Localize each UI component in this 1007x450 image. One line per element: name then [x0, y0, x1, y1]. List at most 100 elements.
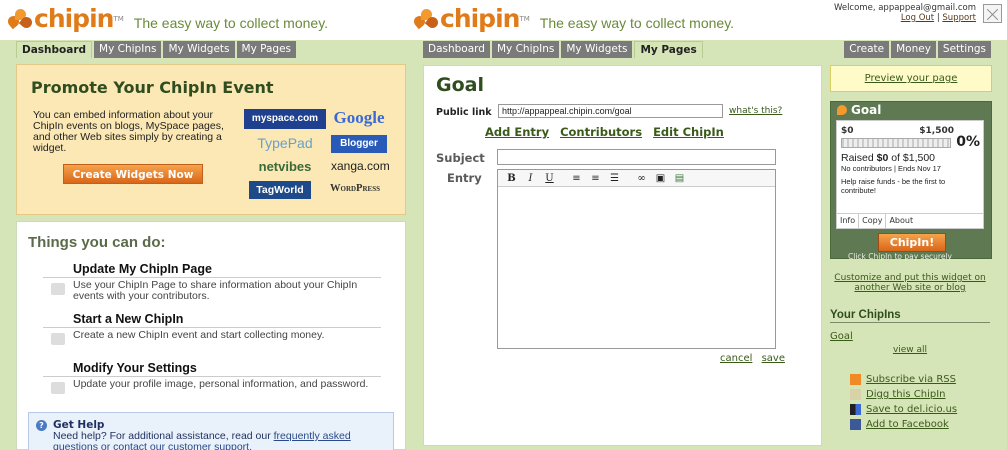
widget-tab-info[interactable]: Info	[837, 214, 860, 228]
underline-button[interactable]: U	[540, 173, 559, 184]
chipin-logo[interactable]: chipin TM The easy way to collect money.	[411, 4, 735, 33]
help-icon: ?	[36, 420, 47, 431]
contributors-link[interactable]: Contributors	[560, 125, 642, 139]
entry-editor[interactable]: B I U ≡ ≡ ☰ ∞ ▣ ▤	[497, 169, 776, 349]
chipin-list-item: Goal	[830, 331, 990, 342]
tagline: The easy way to collect money.	[133, 14, 329, 31]
get-help-box: ? Get Help Need help? For additional ass…	[28, 412, 394, 450]
editor-actions: cancel save	[714, 353, 785, 364]
raised-pre: Raised	[841, 152, 877, 164]
account-area: Welcome, appappeal@gmail.com Log Out | S…	[834, 3, 1002, 23]
chipin-button[interactable]: ChipIn!	[878, 233, 946, 252]
goal-min: $0	[841, 126, 854, 136]
whats-this-link[interactable]: what's this?	[729, 106, 782, 116]
todo-item-desc: Create a new ChipIn event and start coll…	[73, 329, 325, 341]
percent-label: 0%	[956, 134, 980, 150]
customize-widget-link[interactable]: Customize and put this widget on another…	[834, 273, 985, 293]
save-link[interactable]: save	[762, 353, 785, 364]
digg-link[interactable]: Digg this ChipIn	[866, 389, 946, 400]
tab-my-pages[interactable]: My Pages	[634, 41, 703, 58]
media-icon[interactable]: ▤	[670, 173, 689, 184]
header: chipin TM The easy way to collect money.…	[411, 0, 1007, 40]
partner-netvibes: netvibes	[258, 159, 312, 174]
promo-box: Promote Your ChipIn Event You can embed …	[16, 64, 406, 215]
align-left-icon[interactable]: ≡	[567, 173, 586, 184]
chipin-logo-icon	[5, 6, 35, 32]
todo-modify-settings[interactable]: Modify Your Settings Update your profile…	[43, 361, 381, 394]
page-actions: Add Entry Contributors Edit ChipIn	[485, 125, 735, 139]
add-entry-link[interactable]: Add Entry	[485, 125, 549, 139]
image-icon[interactable]: ▣	[651, 173, 670, 184]
delicious-link[interactable]: Save to del.icio.us	[866, 404, 957, 415]
todo-new-chipin[interactable]: Start a New ChipIn Create a new ChipIn e…	[43, 312, 381, 345]
tab-my-widgets[interactable]: My Widgets	[163, 41, 235, 58]
dashboard-pane: chipin TM The easy way to collect money.…	[0, 0, 412, 450]
preview-page-link[interactable]: Preview your page	[865, 73, 958, 84]
chipin-logo[interactable]: chipin TM The easy way to collect money.	[5, 4, 329, 33]
subscribe-rss-link[interactable]: Subscribe via RSS	[866, 374, 956, 385]
widget-title: Goal	[837, 103, 881, 117]
todo-item-title[interactable]: Modify Your Settings	[43, 361, 381, 377]
partner-tagworld: TagWorld	[249, 181, 311, 199]
digg-icon	[850, 389, 861, 400]
view-all-link[interactable]: view all	[893, 345, 927, 355]
logo-tm: TM	[113, 14, 124, 23]
secure-text: Click ChipIn to pay securely	[848, 252, 952, 261]
logo-text: chipin	[34, 4, 114, 33]
logout-link[interactable]: Log Out	[901, 13, 934, 23]
help-text: Need help? For additional assistance, re…	[53, 431, 383, 450]
chipin-logo-icon	[411, 6, 441, 32]
rss-icon	[850, 374, 861, 385]
new-icon	[51, 333, 65, 345]
tab-settings[interactable]: Settings	[937, 41, 991, 58]
link-icon[interactable]: ∞	[632, 173, 651, 184]
tagline: The easy way to collect money.	[539, 14, 735, 31]
cancel-link[interactable]: cancel	[720, 353, 752, 364]
partner-blogger: Blogger	[331, 135, 387, 153]
widget-meta: No contributors | Ends Nov 17	[841, 164, 941, 173]
bold-button[interactable]: B	[502, 173, 521, 184]
entry-label: Entry	[447, 171, 482, 185]
facebook-icon	[850, 419, 861, 430]
todo-update-page[interactable]: Update My ChipIn Page Use your ChipIn Pa…	[43, 262, 381, 302]
todo-item-title[interactable]: Start a New ChipIn	[43, 312, 381, 328]
partner-wordpress: WordPress	[330, 183, 380, 194]
tab-my-chipins[interactable]: My ChipIns	[491, 41, 560, 58]
tab-create[interactable]: Create	[844, 41, 890, 58]
promo-title: Promote Your ChipIn Event	[31, 78, 274, 97]
chipin-goal-link[interactable]: Goal	[830, 331, 853, 342]
customize-widget: Customize and put this widget on another…	[830, 273, 990, 293]
promo-text: You can embed information about your Chi…	[33, 109, 224, 154]
italic-button[interactable]: I	[521, 173, 540, 184]
support-link[interactable]: Support	[942, 13, 976, 23]
tab-my-pages[interactable]: My Pages	[236, 41, 297, 58]
public-link-field[interactable]: http://appappeal.chipin.com/goal	[498, 104, 723, 118]
tab-dashboard[interactable]: Dashboard	[16, 41, 93, 58]
tab-money[interactable]: Money	[891, 41, 936, 58]
raised-post: of $1,500	[888, 152, 936, 164]
widget-cta: Help raise funds - be the first to contr…	[841, 177, 946, 195]
logo-tm: TM	[519, 14, 530, 23]
social-links: Subscribe via RSS Digg this ChipIn Save …	[830, 372, 990, 432]
align-center-icon[interactable]: ≡	[586, 173, 605, 184]
list-icon[interactable]: ☰	[605, 173, 624, 184]
delicious-icon	[850, 404, 861, 415]
facebook-link[interactable]: Add to Facebook	[866, 419, 949, 430]
tab-my-widgets[interactable]: My Widgets	[561, 41, 633, 58]
page-editor: Goal Public link http://appappeal.chipin…	[423, 65, 822, 446]
tab-dashboard[interactable]: Dashboard	[423, 41, 490, 58]
edit-chipin-link[interactable]: Edit ChipIn	[653, 125, 724, 139]
main-tabs: Dashboard My ChipIns My Widgets My Pages	[16, 41, 298, 58]
view-all: view all	[830, 345, 990, 355]
public-link-label: Public link	[436, 107, 492, 118]
create-widgets-button[interactable]: Create Widgets Now	[63, 164, 203, 184]
todo-title: Things you can do:	[28, 234, 166, 251]
editor-toolbar: B I U ≡ ≡ ☰ ∞ ▣ ▤	[498, 170, 775, 187]
todo-item-title[interactable]: Update My ChipIn Page	[43, 262, 381, 278]
avatar[interactable]	[983, 4, 1002, 23]
header: chipin TM The easy way to collect money.	[0, 0, 412, 40]
tab-my-chipins[interactable]: My ChipIns	[94, 41, 162, 58]
widget-tab-about[interactable]: About	[886, 214, 916, 228]
subject-input[interactable]	[497, 149, 776, 165]
widget-tab-copy[interactable]: Copy	[859, 214, 887, 228]
